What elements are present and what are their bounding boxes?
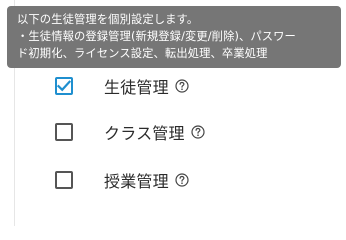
permission-settings-panel: 生徒管理 クラス管理 授業管理 以下の生徒管理を個別設定します。 ・生徒情報の登… (0, 0, 346, 226)
checkmark-icon (57, 80, 71, 92)
lesson-management-label: 授業管理 (104, 172, 169, 191)
class-management-checkbox[interactable] (55, 123, 73, 141)
lesson-management-checkbox[interactable] (55, 171, 73, 189)
question-circle-icon[interactable] (175, 79, 189, 93)
question-circle-icon[interactable] (175, 173, 189, 187)
help-tooltip: 以下の生徒管理を個別設定します。 ・生徒情報の登録管理(新規登録/変更/削除)、… (7, 6, 341, 68)
option-class-management[interactable]: クラス管理 (55, 118, 205, 146)
option-student-management[interactable]: 生徒管理 (55, 72, 189, 100)
tooltip-line-3: ド初期化、ライセンス設定、転出処理、卒業処理 (17, 47, 268, 60)
class-management-label: クラス管理 (104, 124, 185, 143)
student-management-label: 生徒管理 (104, 78, 169, 97)
student-management-checkbox[interactable] (55, 77, 73, 95)
question-circle-icon[interactable] (191, 125, 205, 139)
option-lesson-management[interactable]: 授業管理 (55, 166, 189, 194)
tooltip-line-2: ・生徒情報の登録管理(新規登録/変更/削除)、パスワー (17, 30, 296, 43)
tooltip-line-1: 以下の生徒管理を個別設定します。 (17, 13, 199, 26)
